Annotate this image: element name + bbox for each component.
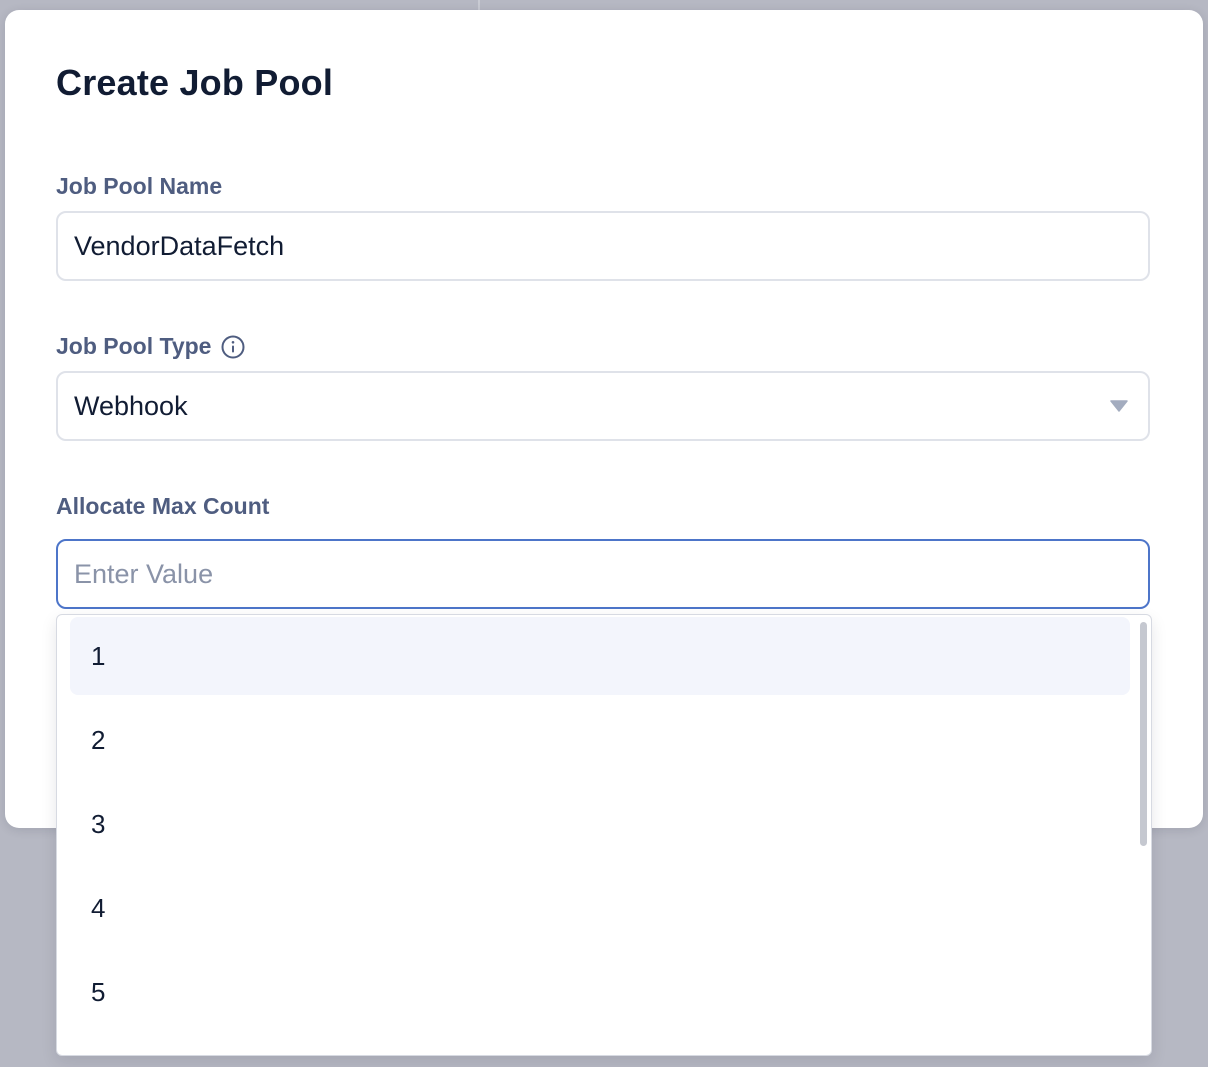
dropdown-option-4[interactable]: 4 <box>70 869 1130 947</box>
dropdown-option-1[interactable]: 1 <box>70 617 1130 695</box>
dropdown-option-5[interactable]: 5 <box>70 953 1130 1031</box>
allocate-max-count-input[interactable] <box>56 539 1150 609</box>
dialog-title: Create Job Pool <box>56 62 334 103</box>
dropdown-scrollbar[interactable] <box>1140 622 1147 846</box>
caret-down-icon <box>1110 400 1128 412</box>
info-circle-icon[interactable] <box>221 335 245 359</box>
job-pool-type-label: Job Pool Type <box>56 333 245 360</box>
max-count-dropdown[interactable]: 1 2 3 4 5 <box>56 614 1152 1056</box>
dropdown-option-2[interactable]: 2 <box>70 701 1130 779</box>
job-pool-type-select[interactable]: Webhook <box>56 371 1150 441</box>
job-pool-name-label: Job Pool Name <box>56 173 222 200</box>
job-pool-type-label-text: Job Pool Type <box>56 333 212 359</box>
job-pool-type-value: Webhook <box>74 390 188 421</box>
job-pool-name-input[interactable] <box>56 211 1150 281</box>
allocate-max-count-label: Allocate Max Count <box>56 493 269 520</box>
allocate-max-count-label-text: Allocate Max Count <box>56 493 270 519</box>
dropdown-option-3[interactable]: 3 <box>70 785 1130 863</box>
job-pool-name-label-text: Job Pool Name <box>56 173 223 199</box>
